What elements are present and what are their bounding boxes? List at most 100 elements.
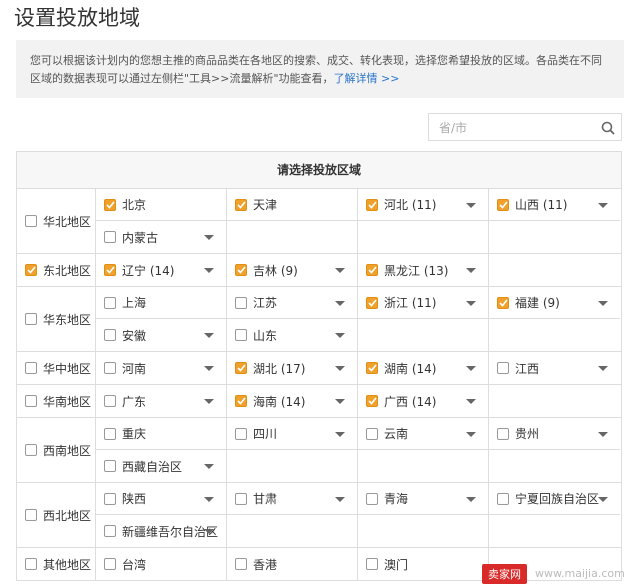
expand-cities-icon[interactable] — [466, 268, 476, 273]
learn-more-link[interactable]: 了解详情 >> — [334, 72, 400, 85]
checkbox-checked-icon[interactable] — [104, 198, 116, 211]
checkbox-unchecked-icon[interactable] — [25, 313, 37, 325]
expand-cities-icon[interactable] — [335, 268, 345, 273]
checkbox-checked-icon[interactable] — [235, 362, 247, 374]
checkbox-unchecked-icon[interactable] — [497, 362, 509, 374]
checkbox-unchecked-icon[interactable] — [104, 231, 116, 243]
province-option[interactable]: 贵州 — [489, 418, 620, 450]
checkbox-unchecked-icon[interactable] — [104, 296, 116, 309]
province-option[interactable]: 黑龙江 (13) — [358, 254, 489, 286]
checkbox-unchecked-icon[interactable] — [25, 509, 37, 521]
expand-cities-icon[interactable] — [466, 399, 476, 404]
expand-cities-icon[interactable] — [466, 366, 476, 371]
province-option[interactable]: 河北 (11) — [358, 189, 489, 221]
region-group-checkbox[interactable]: 西南地区 — [17, 418, 96, 482]
checkbox-unchecked-icon[interactable] — [366, 492, 378, 505]
province-option[interactable]: 山西 (11) — [489, 189, 620, 221]
province-option[interactable]: 浙江 (11) — [358, 287, 489, 319]
province-option[interactable]: 陕西 — [96, 483, 227, 515]
province-option[interactable]: 广东 — [96, 385, 227, 417]
province-option[interactable]: 四川 — [227, 418, 358, 450]
checkbox-unchecked-icon[interactable] — [235, 492, 247, 505]
province-option[interactable]: 广西 (14) — [358, 385, 489, 417]
expand-cities-icon[interactable] — [204, 529, 214, 534]
region-group-checkbox[interactable]: 东北地区 — [17, 254, 96, 286]
checkbox-unchecked-icon[interactable] — [235, 558, 247, 570]
checkbox-checked-icon[interactable] — [497, 198, 509, 211]
province-option[interactable]: 新疆维吾尔自治区 — [96, 515, 227, 547]
province-option[interactable]: 天津 — [227, 189, 358, 221]
province-option[interactable]: 西藏自治区 — [96, 450, 227, 482]
expand-cities-icon[interactable] — [466, 497, 476, 502]
province-option[interactable]: 宁夏回族自治区 — [489, 483, 620, 515]
province-option[interactable]: 上海 — [96, 287, 227, 319]
expand-cities-icon[interactable] — [598, 366, 608, 371]
checkbox-unchecked-icon[interactable] — [25, 444, 37, 456]
expand-cities-icon[interactable] — [204, 399, 214, 404]
region-group-checkbox[interactable]: 华南地区 — [17, 385, 96, 417]
province-option[interactable]: 甘肃 — [227, 483, 358, 515]
checkbox-unchecked-icon[interactable] — [235, 329, 247, 341]
checkbox-unchecked-icon[interactable] — [25, 558, 37, 570]
checkbox-unchecked-icon[interactable] — [104, 460, 116, 472]
checkbox-unchecked-icon[interactable] — [104, 492, 116, 505]
region-search-input[interactable] — [437, 115, 591, 141]
expand-cities-icon[interactable] — [204, 366, 214, 371]
expand-cities-icon[interactable] — [335, 301, 345, 306]
expand-cities-icon[interactable] — [598, 203, 608, 208]
province-option[interactable]: 吉林 (9) — [227, 254, 358, 286]
checkbox-unchecked-icon[interactable] — [104, 362, 116, 374]
checkbox-unchecked-icon[interactable] — [366, 558, 378, 570]
checkbox-checked-icon[interactable] — [235, 395, 247, 407]
checkbox-checked-icon[interactable] — [366, 264, 378, 276]
province-option[interactable]: 辽宁 (14) — [96, 254, 227, 286]
checkbox-unchecked-icon[interactable] — [235, 296, 247, 309]
expand-cities-icon[interactable] — [598, 432, 608, 437]
province-option[interactable]: 山东 — [227, 319, 358, 351]
province-option[interactable]: 安徽 — [96, 319, 227, 351]
province-option[interactable]: 江苏 — [227, 287, 358, 319]
expand-cities-icon[interactable] — [204, 333, 214, 338]
expand-cities-icon[interactable] — [335, 432, 345, 437]
province-option[interactable]: 青海 — [358, 483, 489, 515]
checkbox-unchecked-icon[interactable] — [25, 215, 37, 227]
checkbox-checked-icon[interactable] — [235, 198, 247, 211]
province-option[interactable]: 内蒙古 — [96, 221, 227, 253]
checkbox-unchecked-icon[interactable] — [25, 395, 37, 407]
expand-cities-icon[interactable] — [466, 432, 476, 437]
checkbox-checked-icon[interactable] — [104, 264, 116, 276]
checkbox-unchecked-icon[interactable] — [235, 427, 247, 440]
province-option[interactable]: 重庆 — [96, 418, 227, 450]
region-group-checkbox[interactable]: 西北地区 — [17, 483, 96, 547]
checkbox-unchecked-icon[interactable] — [497, 492, 509, 505]
checkbox-unchecked-icon[interactable] — [366, 427, 378, 440]
checkbox-unchecked-icon[interactable] — [25, 362, 37, 374]
region-group-checkbox[interactable]: 华北地区 — [17, 189, 96, 253]
province-option[interactable]: 福建 (9) — [489, 287, 620, 319]
expand-cities-icon[interactable] — [335, 399, 345, 404]
checkbox-checked-icon[interactable] — [497, 296, 509, 309]
expand-cities-icon[interactable] — [466, 301, 476, 306]
province-option[interactable]: 河南 — [96, 352, 227, 384]
region-group-checkbox[interactable]: 华中地区 — [17, 352, 96, 384]
checkbox-checked-icon[interactable] — [366, 296, 378, 309]
checkbox-unchecked-icon[interactable] — [104, 427, 116, 440]
checkbox-unchecked-icon[interactable] — [104, 395, 116, 407]
province-option[interactable]: 海南 (14) — [227, 385, 358, 417]
checkbox-checked-icon[interactable] — [235, 264, 247, 276]
region-group-checkbox[interactable]: 其他地区 — [17, 548, 96, 580]
expand-cities-icon[interactable] — [204, 464, 214, 469]
expand-cities-icon[interactable] — [204, 497, 214, 502]
checkbox-checked-icon[interactable] — [366, 362, 378, 374]
checkbox-unchecked-icon[interactable] — [104, 525, 116, 537]
province-option[interactable]: 台湾 — [96, 548, 227, 580]
checkbox-checked-icon[interactable] — [366, 198, 378, 211]
expand-cities-icon[interactable] — [204, 235, 214, 240]
expand-cities-icon[interactable] — [204, 268, 214, 273]
province-option[interactable]: 江西 — [489, 352, 620, 384]
checkbox-unchecked-icon[interactable] — [497, 427, 509, 440]
province-option[interactable]: 湖北 (17) — [227, 352, 358, 384]
region-group-checkbox[interactable]: 华东地区 — [17, 287, 96, 351]
checkbox-checked-icon[interactable] — [25, 264, 37, 276]
province-option[interactable]: 澳门 — [358, 548, 489, 580]
